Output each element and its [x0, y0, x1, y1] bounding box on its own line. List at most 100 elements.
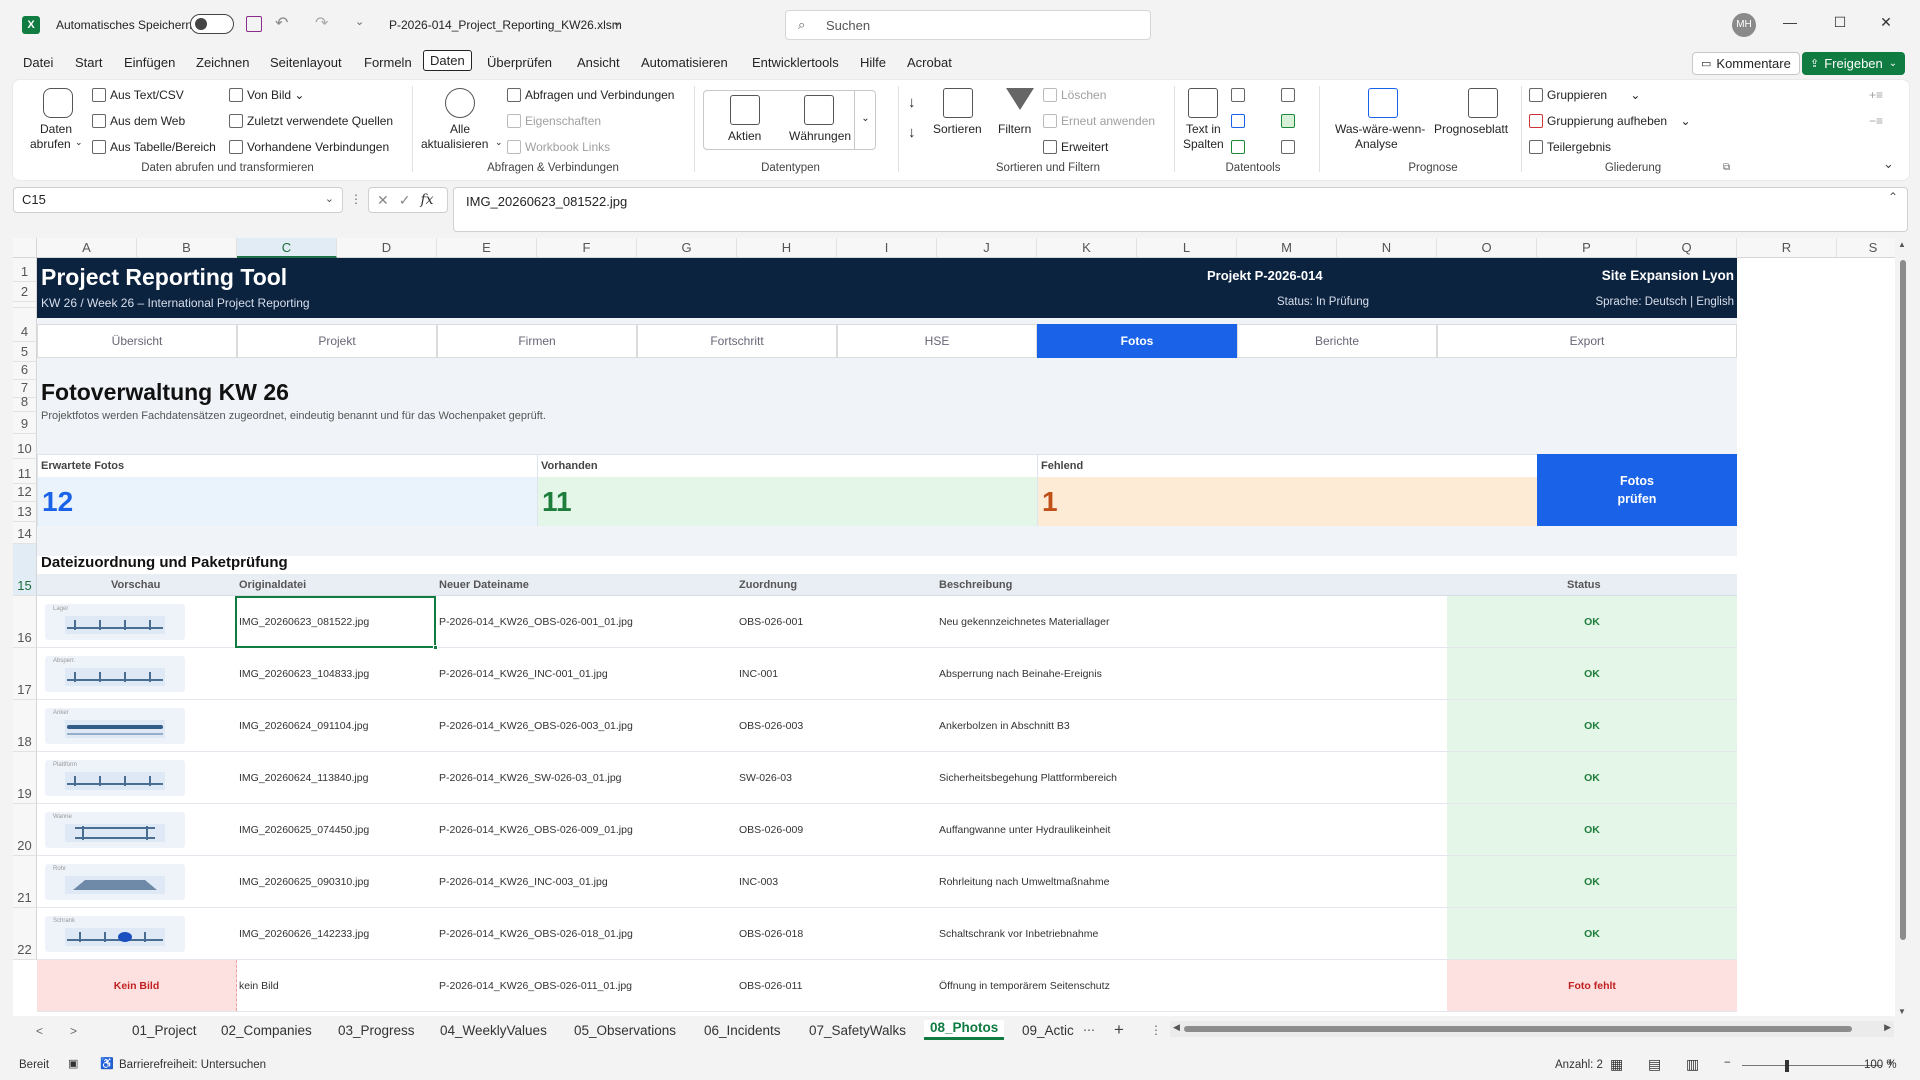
photo-description[interactable]: Absperrung nach Beinahe-Ereignis — [939, 648, 1419, 699]
column-header-d[interactable]: D — [337, 238, 437, 258]
check-photos-button[interactable]: Fotos prüfen — [1537, 454, 1737, 526]
minimize-icon[interactable]: — — [1780, 14, 1800, 34]
assignment-reference[interactable]: OBS-026-003 — [739, 700, 929, 751]
assignment-reference[interactable]: OBS-026-011 — [739, 960, 929, 1011]
table-row[interactable]: Plattform IMG_20260624_113840.jpg P-2026-0… — [37, 752, 1737, 804]
consolidate-icon[interactable] — [1281, 88, 1295, 102]
new-filename[interactable]: P-2026-014_KW26_OBS-026-001_01.jpg — [439, 596, 729, 647]
menu-hilfe[interactable]: Hilfe — [860, 55, 886, 70]
photo-description[interactable]: Rohrleitung nach Umweltmaßnahme — [939, 856, 1419, 907]
column-header-b[interactable]: B — [137, 238, 237, 258]
from-table-button[interactable]: Aus Tabelle/Bereich — [92, 140, 216, 154]
text-to-columns-label[interactable]: Text in — [1186, 122, 1221, 136]
menu-automatisieren[interactable]: Automatisieren — [641, 55, 728, 70]
macro-icon[interactable]: ▣ — [68, 1057, 78, 1070]
row-header-12[interactable]: 12 — [13, 484, 37, 502]
assignment-reference[interactable]: SW-026-03 — [739, 752, 929, 803]
row-header-21[interactable]: 21 — [13, 856, 37, 908]
column-header-i[interactable]: I — [837, 238, 937, 258]
row-header-17[interactable]: 17 — [13, 648, 37, 700]
tab-options-icon[interactable]: ⋮ — [1150, 1023, 1162, 1037]
properties-button[interactable]: Eigenschaften — [507, 114, 601, 128]
horizontal-scroll-thumb[interactable] — [1184, 1026, 1852, 1032]
column-header-a[interactable]: A — [37, 238, 137, 258]
row-header-2[interactable]: 2 — [13, 282, 37, 302]
column-header-o[interactable]: O — [1437, 238, 1537, 258]
subtotal-button[interactable]: Teilergebnis — [1529, 140, 1611, 154]
column-header-p[interactable]: P — [1537, 238, 1637, 258]
relationships-icon[interactable] — [1281, 114, 1295, 128]
table-row[interactable]: Absperr. IMG_20260623_104833.jpg P-2026-01… — [37, 648, 1737, 700]
menu-ansicht[interactable]: Ansicht — [577, 55, 620, 70]
comments-button[interactable]: ▭ Kommentare — [1692, 52, 1800, 75]
menu-acrobat[interactable]: Acrobat — [907, 55, 952, 70]
sheet-tab-02[interactable]: 02_Companies — [221, 1023, 312, 1038]
row-header-18[interactable]: 18 — [13, 700, 37, 752]
photo-thumbnail[interactable]: Wanne — [45, 812, 185, 848]
page-break-icon[interactable]: ▥ — [1686, 1056, 1699, 1073]
prev-sheet-icon[interactable]: < — [36, 1024, 43, 1038]
row-header-5[interactable]: 5 — [13, 342, 37, 362]
menu-entwicklertools[interactable]: Entwicklertools — [752, 55, 839, 70]
sheet-tab-01[interactable]: 01_Project — [132, 1023, 197, 1038]
language-switch[interactable]: Sprache: Deutsch | English — [1595, 296, 1734, 308]
autosave-toggle[interactable] — [190, 14, 234, 34]
advanced-button[interactable]: Erweitert — [1043, 140, 1108, 154]
zoom-slider-thumb[interactable] — [1785, 1060, 1789, 1072]
dialog-launcher-icon[interactable]: ⧉ — [1723, 162, 1730, 173]
row-header-19[interactable]: 19 — [13, 752, 37, 804]
sort-az-icon[interactable]: ↓ — [908, 94, 916, 111]
zoom-slider[interactable] — [1742, 1065, 1882, 1066]
get-data-label-2[interactable]: abrufen — [30, 137, 71, 151]
assignment-reference[interactable]: OBS-026-001 — [739, 596, 929, 647]
menu-einfuegen[interactable]: Einfügen — [124, 55, 175, 70]
row-header-6[interactable]: 6 — [13, 362, 37, 380]
menu-daten[interactable]: Daten — [423, 50, 472, 71]
sheet-tab-08-active[interactable]: 08_Photos — [924, 1020, 1005, 1040]
normal-view-icon[interactable]: ▦ — [1610, 1056, 1623, 1073]
next-sheet-icon[interactable]: > — [70, 1024, 77, 1038]
forecast-label[interactable]: Prognoseblatt — [1434, 122, 1508, 136]
original-filename[interactable]: IMG_20260623_081522.jpg — [239, 596, 434, 647]
nav-tab-4[interactable]: HSE — [837, 324, 1037, 358]
menu-ueberpruefen[interactable]: Überprüfen — [487, 55, 552, 70]
sheet-tab-05[interactable]: 05_Observations — [574, 1023, 676, 1038]
row-header-22[interactable]: 22 — [13, 908, 37, 960]
row-header-14[interactable]: 14 — [13, 522, 37, 544]
photo-thumbnail[interactable]: Schrank — [45, 916, 185, 952]
column-header-n[interactable]: N — [1337, 238, 1437, 258]
group-button[interactable]: Gruppieren ⌄ — [1529, 88, 1640, 102]
original-filename[interactable]: kein Bild — [239, 960, 434, 1011]
enter-icon[interactable]: ✓ — [399, 192, 411, 209]
quick-access-dropdown-icon[interactable]: ⌄ — [355, 15, 364, 28]
photo-description[interactable]: Sicherheitsbegehung Plattformbereich — [939, 752, 1419, 803]
gallery-expand-icon[interactable]: ⌄ — [854, 91, 876, 149]
zoom-level[interactable]: 100 % — [1864, 1059, 1897, 1071]
stocks-label[interactable]: Aktien — [728, 129, 761, 143]
name-box[interactable]: C15 ⌄ — [13, 187, 343, 213]
new-filename[interactable]: P-2026-014_KW26_OBS-026-003_01.jpg — [439, 700, 729, 751]
sheet-tab-09[interactable]: 09_Actic — [1022, 1023, 1074, 1038]
row-header-13[interactable]: 13 — [13, 502, 37, 522]
from-text-csv-button[interactable]: Aus Text/CSV — [92, 88, 184, 102]
vertical-scrollbar[interactable]: ▲ ▼ — [1897, 240, 1909, 1016]
sort-za-icon[interactable]: ↓ — [908, 124, 916, 141]
table-row[interactable]: Rohr IMG_20260625_090310.jpg P-2026-014_KW… — [37, 856, 1737, 908]
scroll-right-icon[interactable]: ▶ — [1884, 1022, 1891, 1033]
data-validation-icon[interactable] — [1231, 140, 1245, 154]
menu-seitenlayout[interactable]: Seitenlayout — [270, 55, 342, 70]
menu-zeichnen[interactable]: Zeichnen — [196, 55, 249, 70]
what-if-label-2[interactable]: Analyse — [1355, 137, 1398, 151]
fill-handle[interactable] — [433, 645, 438, 650]
column-header-g[interactable]: G — [637, 238, 737, 258]
save-icon[interactable] — [246, 16, 262, 32]
select-all-corner[interactable] — [13, 238, 37, 258]
column-header-c[interactable]: C — [237, 238, 337, 258]
spreadsheet-grid[interactable]: ABCDEFGHIJKLMNOPQRS 12345678910111213141… — [13, 238, 1895, 1016]
menu-start[interactable]: Start — [75, 55, 102, 70]
formula-input[interactable]: IMG_20260623_081522.jpg — [453, 187, 1908, 232]
sheet-tab-03[interactable]: 03_Progress — [338, 1023, 415, 1038]
existing-connections-button[interactable]: Vorhandene Verbindungen — [229, 140, 389, 154]
row-header-20[interactable]: 20 — [13, 804, 37, 856]
nav-tab-7[interactable]: Export — [1437, 324, 1737, 358]
